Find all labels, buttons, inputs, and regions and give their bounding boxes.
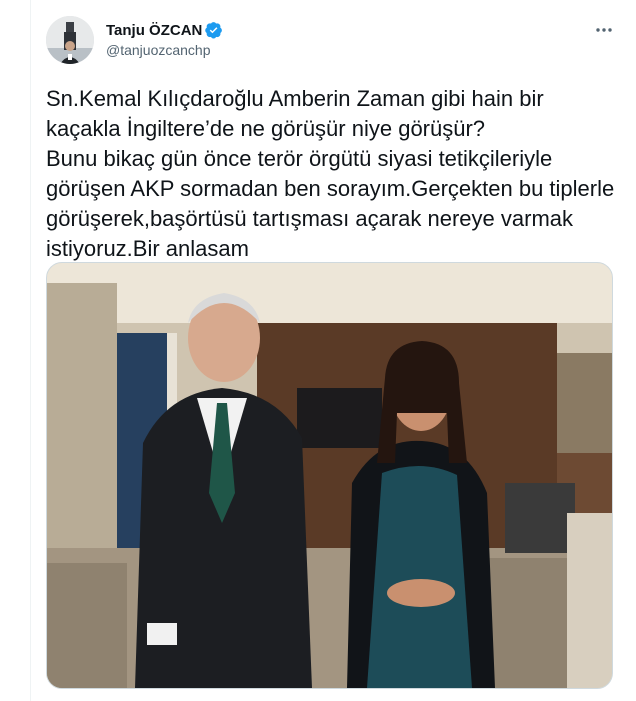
avatar[interactable] (46, 16, 94, 64)
author-handle[interactable]: @tanjuozcanchp (106, 42, 223, 58)
tweet-text: Sn.Kemal Kılıçdaroğlu Amberin Zaman gibi… (46, 86, 615, 261)
tweet-photo[interactable] (46, 262, 613, 689)
verified-badge-icon (205, 21, 223, 39)
tweet-card[interactable]: Tanju ÖZCAN @tanjuozcanchp Sn.Kemal Kılı… (30, 0, 636, 701)
photo-image (47, 263, 612, 688)
more-options-icon[interactable] (590, 20, 618, 40)
tweet-author: Tanju ÖZCAN @tanjuozcanchp (106, 20, 223, 58)
avatar-image (46, 16, 94, 64)
author-name[interactable]: Tanju ÖZCAN (106, 22, 202, 39)
